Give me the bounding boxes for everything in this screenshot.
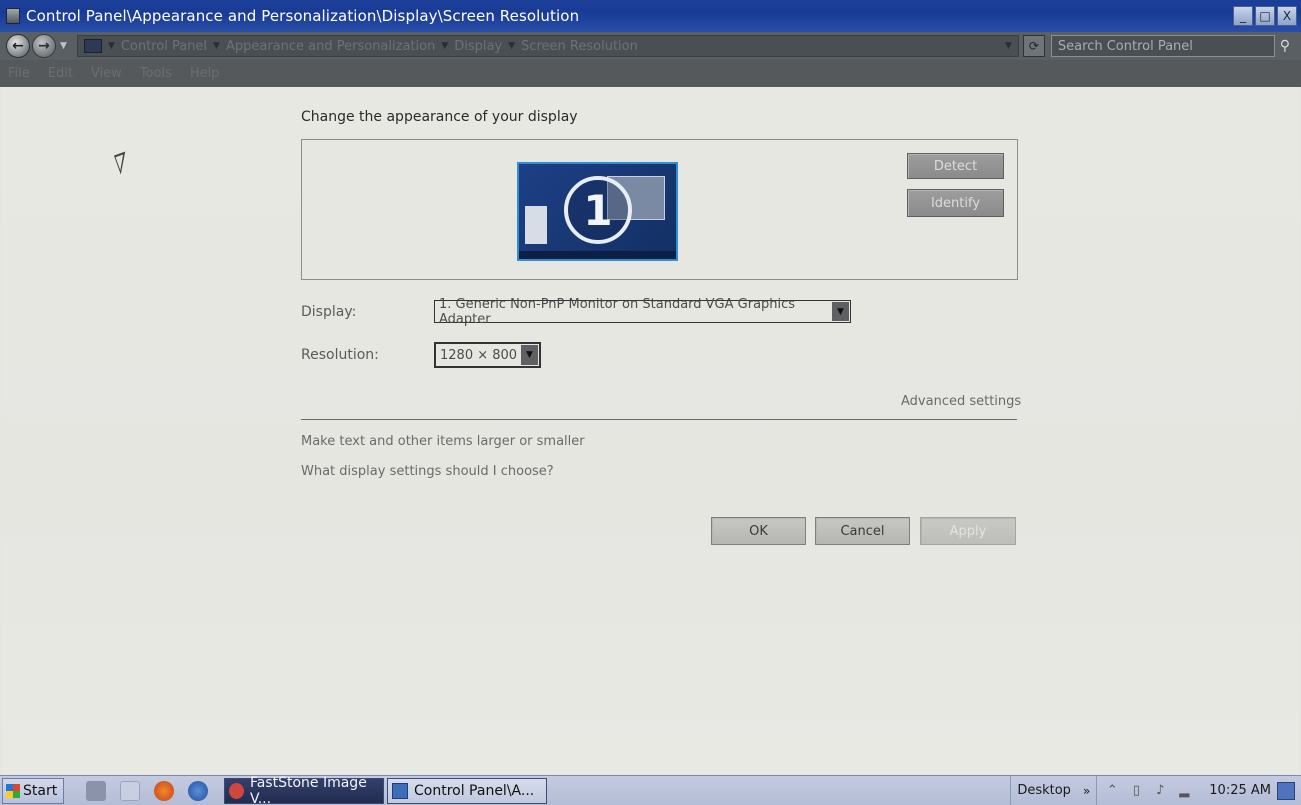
start-button[interactable]: Start bbox=[2, 777, 64, 804]
window-controls: _ □ X bbox=[1233, 6, 1297, 26]
chevron-down-icon[interactable]: ▼ bbox=[213, 41, 220, 51]
mouse-pointer-icon bbox=[113, 151, 133, 175]
monitor-1-thumbnail[interactable]: 1 bbox=[517, 162, 678, 261]
monitor-number-badge: 1 bbox=[564, 176, 632, 244]
breadcrumb-control-panel[interactable]: Control Panel bbox=[121, 39, 207, 54]
firefox-icon[interactable] bbox=[154, 780, 174, 801]
menu-file[interactable]: File bbox=[8, 66, 30, 81]
detect-button[interactable]: Detect bbox=[907, 153, 1004, 179]
control-panel-icon bbox=[392, 782, 408, 799]
taskbar-item-control-panel[interactable]: Control Panel\A... bbox=[387, 777, 547, 804]
back-button[interactable]: ← bbox=[6, 34, 30, 58]
desktop-toolbar[interactable]: Desktop bbox=[1010, 775, 1077, 805]
taskbar-item-label: Control Panel\A... bbox=[414, 782, 535, 799]
chevron-up-icon[interactable]: ⌃ bbox=[1105, 783, 1119, 799]
quick-launch bbox=[86, 780, 208, 801]
thumbnail-sidebar-graphic bbox=[525, 206, 547, 244]
notification-area: ⌃ ▯ ♪ ▂ bbox=[1096, 775, 1199, 805]
search-icon[interactable]: ⚲ bbox=[1275, 35, 1295, 57]
cancel-button[interactable]: Cancel bbox=[815, 517, 910, 545]
desktop-toolbar-label: Desktop bbox=[1017, 783, 1071, 798]
chevron-down-icon[interactable]: ▼ bbox=[108, 41, 115, 51]
menu-edit[interactable]: Edit bbox=[48, 66, 73, 81]
advanced-settings-link[interactable]: Advanced settings bbox=[901, 394, 1021, 409]
monitor-arrangement-panel: 1 Detect Identify bbox=[301, 139, 1018, 280]
forward-button[interactable]: → bbox=[32, 34, 56, 58]
taskbar: Start FastStone Image V... Control Panel… bbox=[0, 775, 1301, 805]
display-select-value: 1. Generic Non-PnP Monitor on Standard V… bbox=[439, 296, 796, 327]
menu-view[interactable]: View bbox=[91, 66, 122, 81]
windows-flag-icon bbox=[6, 783, 20, 798]
battery-icon[interactable]: ▯ bbox=[1129, 783, 1143, 799]
menu-tools[interactable]: Tools bbox=[140, 66, 172, 81]
show-desktop-icon[interactable] bbox=[120, 780, 140, 801]
browser-icon[interactable] bbox=[188, 780, 208, 801]
menu-help[interactable]: Help bbox=[190, 66, 220, 81]
thumbnail-taskbar-graphic bbox=[519, 251, 676, 259]
minimize-button[interactable]: _ bbox=[1233, 6, 1253, 26]
resolution-label: Resolution: bbox=[301, 347, 379, 363]
address-dropdown-icon[interactable]: ▼ bbox=[1005, 41, 1012, 51]
start-label: Start bbox=[23, 782, 58, 799]
network-signal-icon[interactable]: ▂ bbox=[1177, 783, 1191, 799]
taskbar-item-faststone[interactable]: FastStone Image V... bbox=[224, 774, 384, 805]
refresh-icon: ⟳ bbox=[1028, 39, 1039, 53]
resolution-select[interactable]: 1280 × 800 ▼ bbox=[434, 342, 541, 368]
display-select[interactable]: 1. Generic Non-PnP Monitor on Standard V… bbox=[434, 297, 851, 327]
chevron-down-icon[interactable]: ▼ bbox=[832, 302, 849, 321]
page-title: Change the appearance of your display bbox=[301, 109, 578, 125]
menu-bar: File Edit View Tools Help bbox=[0, 60, 1301, 87]
breadcrumb-screen-resolution[interactable]: Screen Resolution bbox=[521, 39, 638, 54]
clock[interactable]: 10:25 AM bbox=[1199, 783, 1277, 798]
ok-button[interactable]: OK bbox=[711, 517, 806, 545]
address-toolbar: ← → ▼ ▼ Control Panel ▼ Appearance and P… bbox=[0, 32, 1301, 60]
toolbar-expand-icon[interactable]: » bbox=[1077, 784, 1096, 798]
chevron-down-icon[interactable]: ▼ bbox=[521, 345, 538, 365]
arrow-right-icon: → bbox=[38, 38, 50, 54]
main-content: Change the appearance of your display 1 … bbox=[2, 87, 1299, 775]
window-title: Control Panel\Appearance and Personaliza… bbox=[26, 7, 580, 25]
close-button[interactable]: X bbox=[1277, 6, 1297, 26]
address-box[interactable]: ▼ Control Panel ▼ Appearance and Persona… bbox=[76, 35, 1019, 57]
text-size-link[interactable]: Make text and other items larger or smal… bbox=[301, 434, 585, 449]
system-tray: Desktop » ⌃ ▯ ♪ ▂ 10:25 AM bbox=[1010, 775, 1301, 805]
title-bar: Control Panel\Appearance and Personaliza… bbox=[0, 0, 1301, 32]
apply-button[interactable]: Apply bbox=[920, 517, 1016, 545]
recent-pages-dropdown[interactable]: ▼ bbox=[60, 41, 67, 51]
display-label: Display: bbox=[301, 304, 357, 320]
refresh-button[interactable]: ⟳ bbox=[1022, 35, 1045, 57]
control-panel-folder-icon bbox=[83, 39, 102, 53]
section-divider bbox=[301, 419, 1017, 420]
breadcrumb-display[interactable]: Display bbox=[454, 39, 502, 54]
control-panel-icon bbox=[6, 8, 20, 24]
breadcrumb-appearance[interactable]: Appearance and Personalization bbox=[226, 39, 435, 54]
identify-button[interactable]: Identify bbox=[907, 189, 1004, 217]
arrow-left-icon: ← bbox=[12, 38, 24, 54]
tools-icon[interactable] bbox=[86, 780, 106, 801]
chevron-down-icon[interactable]: ▼ bbox=[508, 41, 515, 51]
display-settings-help-link[interactable]: What display settings should I choose? bbox=[301, 464, 554, 479]
maximize-button[interactable]: □ bbox=[1255, 6, 1275, 26]
resolution-select-value: 1280 × 800 bbox=[440, 347, 518, 363]
show-desktop-button[interactable] bbox=[1277, 781, 1295, 800]
volume-icon[interactable]: ♪ bbox=[1153, 783, 1167, 799]
taskbar-item-label: FastStone Image V... bbox=[249, 774, 367, 805]
faststone-icon bbox=[229, 782, 244, 799]
chevron-down-icon[interactable]: ▼ bbox=[441, 41, 448, 51]
search-input[interactable]: Search Control Panel bbox=[1050, 35, 1275, 57]
